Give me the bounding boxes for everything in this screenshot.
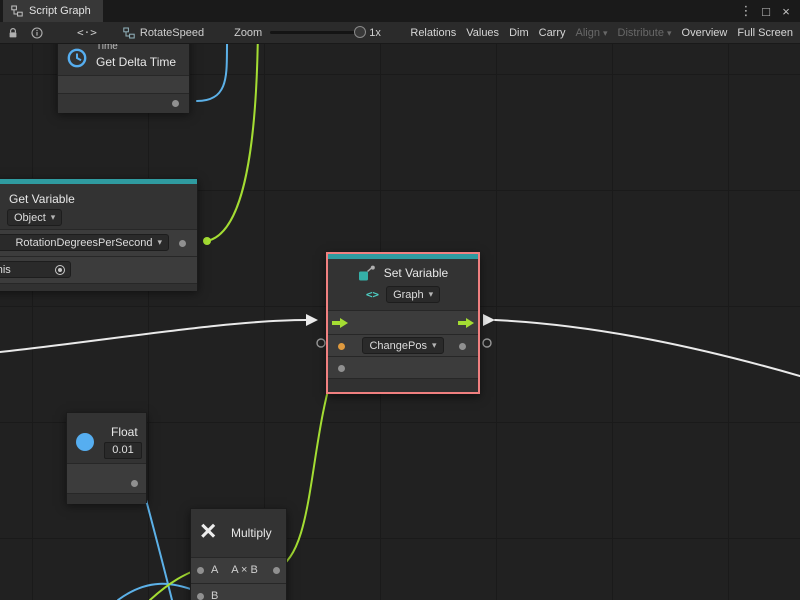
overview-button[interactable]: Overview — [677, 22, 733, 44]
node-title: Multiply — [231, 526, 272, 540]
close-icon[interactable]: × — [778, 4, 794, 19]
node-title: Set Variable — [384, 266, 448, 280]
setvar-left-ring-port — [317, 339, 325, 347]
input-b-port[interactable] — [197, 593, 204, 600]
chevron-down-icon: ▾ — [667, 28, 672, 38]
value-output-port[interactable] — [459, 343, 466, 350]
window-controls: ⋮ □ × — [738, 0, 800, 22]
getvariable-output-port — [203, 237, 211, 245]
input-b-label: B — [211, 590, 218, 600]
info-icon[interactable] — [31, 27, 43, 39]
variable-name-dropdown[interactable]: RotationDegreesPerSecond ▾ — [0, 234, 169, 251]
object-target-field[interactable]: This — [0, 261, 71, 278]
variable-name-dropdown[interactable]: ChangePos ▾ — [362, 337, 443, 354]
float-value-input[interactable]: 0.01 — [104, 442, 142, 459]
zoom-value: 1x — [369, 27, 381, 39]
node-multiply[interactable]: × Multiply A A × B B — [190, 508, 287, 600]
zoom-slider-knob[interactable] — [354, 26, 366, 38]
dim-button[interactable]: Dim — [504, 22, 534, 44]
maximize-icon[interactable]: □ — [758, 4, 774, 19]
chevron-down-icon: ▾ — [51, 212, 56, 223]
relations-button[interactable]: Relations — [405, 22, 461, 44]
name-port[interactable] — [179, 240, 186, 247]
output-label: A × B — [221, 564, 268, 576]
flow-out-arrow — [483, 314, 495, 326]
fallback-input-port[interactable] — [338, 365, 345, 372]
node-title: Get Variable — [9, 192, 75, 206]
variable-scope-dropdown[interactable]: Object ▾ — [7, 209, 62, 226]
node-title: Float — [111, 425, 138, 439]
wire-blue-into-b — [118, 584, 196, 600]
output-port[interactable] — [273, 567, 280, 574]
input-a-label: A — [211, 564, 218, 576]
chevron-down-icon: ▾ — [157, 237, 162, 248]
wire-flow-out-white — [495, 320, 800, 376]
kebab-menu-icon[interactable]: ⋮ — [738, 3, 754, 19]
carry-button[interactable]: Carry — [534, 22, 571, 44]
node-get-variable[interactable]: Get Variable Object ▾ RotationDegreesPer… — [0, 178, 198, 290]
lock-icon[interactable] — [7, 27, 19, 39]
input-a-port[interactable] — [197, 567, 204, 574]
graph-scope-icon: <> — [366, 288, 379, 301]
multiply-icon: × — [200, 511, 216, 551]
values-button[interactable]: Values — [461, 22, 504, 44]
chevron-down-icon: ▾ — [603, 28, 608, 38]
setvar-right-ring-port — [483, 339, 491, 347]
edit-graph-icon[interactable]: <·> — [77, 26, 97, 39]
variable-scope-dropdown[interactable]: Graph ▾ — [386, 286, 440, 303]
align-button[interactable]: Align▾ — [571, 22, 613, 44]
toolbar-buttons: Relations Values Dim Carry Align▾ Distri… — [405, 22, 800, 44]
distribute-button[interactable]: Distribute▾ — [613, 22, 677, 44]
output-port[interactable] — [131, 480, 138, 487]
fullscreen-button[interactable]: Full Screen — [732, 22, 798, 44]
flow-output-port[interactable] — [458, 318, 474, 328]
unity-window: Script Graph ⋮ □ × <·> RotateSpeed Zoom — [0, 0, 800, 600]
chevron-down-icon: ▾ — [432, 340, 437, 351]
tab-script-graph[interactable]: Script Graph — [3, 0, 103, 22]
graph-canvas[interactable]: Time Get Delta Time Get Variable Object … — [0, 44, 800, 600]
zoom-label: Zoom — [234, 27, 262, 39]
graph-asset-icon — [123, 27, 135, 39]
graph-toolbar: <·> RotateSpeed Zoom 1x Relations Values… — [0, 22, 800, 44]
wire-blue-deltatime — [197, 44, 228, 101]
graph-name-label: RotateSpeed — [140, 27, 204, 39]
flow-in-arrow — [306, 314, 318, 326]
output-port[interactable] — [172, 100, 179, 107]
node-float[interactable]: Float 0.01 — [66, 412, 147, 503]
node-category: Time — [96, 44, 118, 52]
float-icon — [76, 433, 94, 451]
node-title: Get Delta Time — [96, 55, 176, 69]
chevron-down-icon: ▾ — [429, 289, 434, 300]
zoom-slider[interactable] — [270, 31, 362, 34]
node-set-variable[interactable]: Set Variable <> Graph ▾ — [326, 252, 480, 394]
variable-icon — [358, 265, 376, 281]
wire-green-getvariable-up — [207, 44, 258, 241]
tab-bar: Script Graph ⋮ □ × — [0, 0, 800, 22]
tab-title: Script Graph — [29, 5, 91, 17]
flow-input-port[interactable] — [332, 318, 348, 328]
clock-icon — [66, 47, 88, 69]
node-get-delta-time[interactable]: Time Get Delta Time — [57, 44, 190, 112]
wire-flow-in-white — [0, 320, 306, 352]
script-graph-icon — [11, 5, 23, 17]
object-picker-icon[interactable] — [55, 265, 65, 275]
